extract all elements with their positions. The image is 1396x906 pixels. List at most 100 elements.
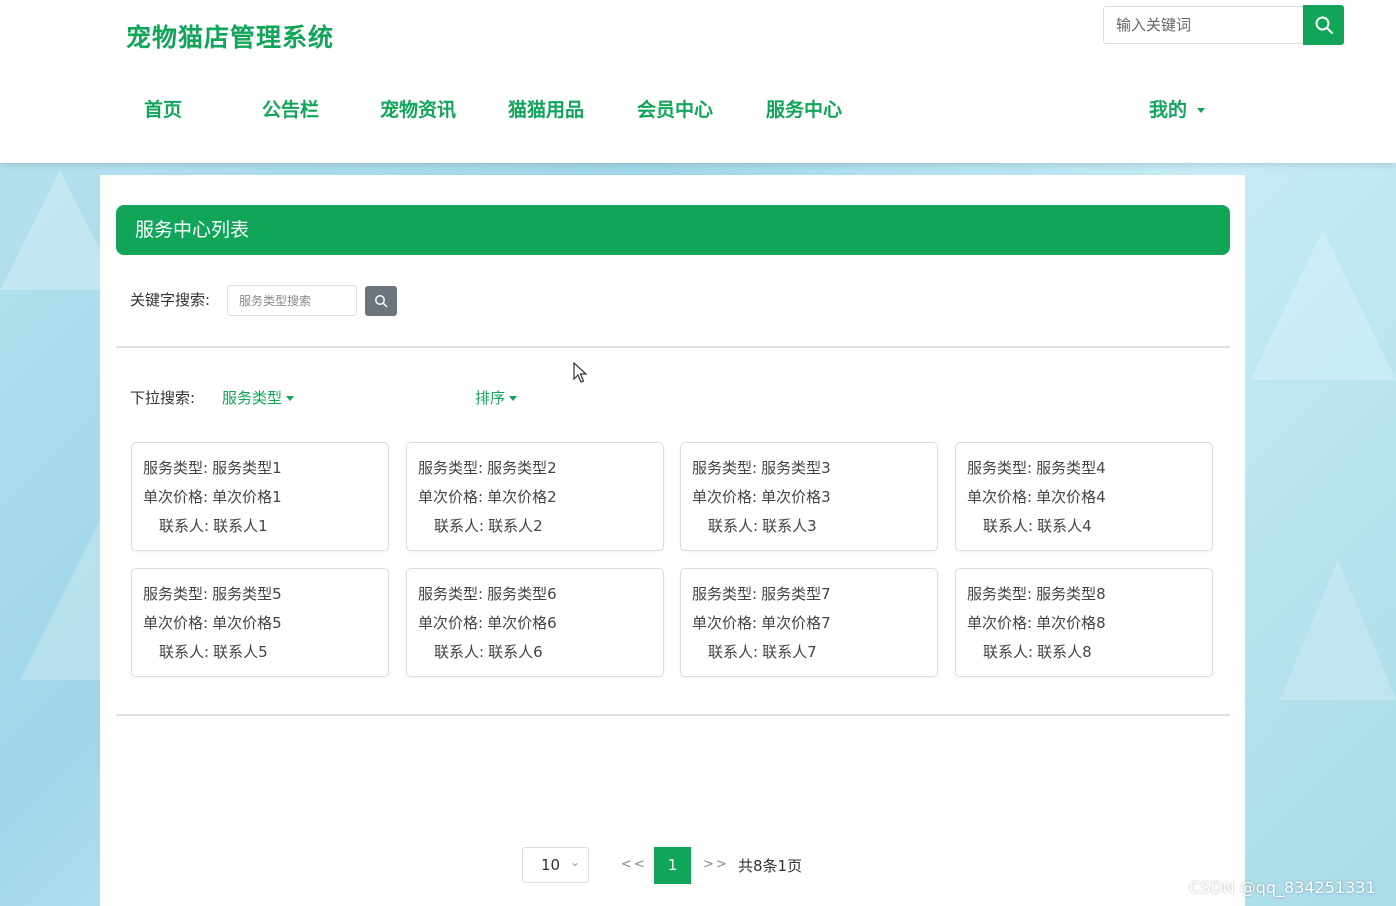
prev-page-button[interactable]: << bbox=[621, 857, 647, 872]
nav-cat-supplies[interactable]: 猫猫用品 bbox=[508, 95, 584, 122]
chevron-down-icon bbox=[286, 396, 295, 401]
sort-dropdown[interactable]: 排序 bbox=[475, 387, 518, 408]
contact-person-row: 联系人: 联系人5 bbox=[159, 641, 268, 662]
nav-user-menu[interactable]: 我的 bbox=[1149, 95, 1206, 122]
sort-dropdown-label: 排序 bbox=[475, 389, 506, 407]
page-size-select[interactable]: 10 ⌄ bbox=[522, 847, 589, 883]
service-type-row: 服务类型: 服务类型6 bbox=[418, 583, 557, 604]
service-card[interactable]: 服务类型: 服务类型4 单次价格: 单次价格4 联系人: 联系人4 bbox=[955, 442, 1213, 551]
unit-price-row: 单次价格: 单次价格3 bbox=[692, 486, 831, 507]
contact-person-row: 联系人: 联系人6 bbox=[434, 641, 543, 662]
unit-price-value: 单次价格8 bbox=[1036, 614, 1106, 632]
service-type-value: 服务类型8 bbox=[1036, 585, 1106, 603]
nav-notice-board[interactable]: 公告栏 bbox=[262, 95, 319, 122]
main-panel: 服务中心列表 关键字搜索: 下拉搜索: 服务类型 排序 服务类型:服务类型1单次… bbox=[100, 175, 1245, 906]
contact-person-row: 联系人: 联系人1 bbox=[159, 515, 268, 536]
contact-person-value: 联系人4 bbox=[1037, 517, 1092, 535]
contact-person-label: 联系人: bbox=[983, 517, 1034, 535]
service-type-row: 服务类型: 服务类型7 bbox=[692, 583, 831, 604]
mouse-cursor-icon bbox=[573, 362, 587, 383]
contact-person-value: 联系人8 bbox=[1037, 643, 1092, 661]
contact-person-label: 联系人: bbox=[434, 643, 485, 661]
contact-person-row: 联系人: 联系人4 bbox=[983, 515, 1092, 536]
header-search-input[interactable] bbox=[1103, 6, 1303, 44]
unit-price-value: 单次价格2 bbox=[487, 488, 557, 506]
background-shape bbox=[1280, 560, 1396, 700]
header-search bbox=[1103, 5, 1344, 46]
service-type-row: 服务类型: 服务类型2 bbox=[418, 457, 557, 478]
service-type-row: 服务类型: 服务类型4 bbox=[967, 457, 1106, 478]
page-size-value: 10 bbox=[541, 856, 561, 874]
service-type-value: 服务类型5 bbox=[212, 585, 282, 603]
divider bbox=[116, 346, 1230, 348]
contact-person-label: 联系人: bbox=[983, 643, 1034, 661]
chevron-down-icon bbox=[509, 396, 518, 401]
service-type-label: 服务类型: bbox=[418, 585, 484, 603]
unit-price-row: 单次价格: 单次价格6 bbox=[418, 612, 557, 633]
service-type-value: 服务类型1 bbox=[212, 459, 282, 477]
nav-service-center[interactable]: 服务中心 bbox=[766, 95, 842, 122]
unit-price-row: 单次价格: 单次价格1 bbox=[143, 486, 282, 507]
service-type-value: 服务类型3 bbox=[761, 459, 831, 477]
header-search-button[interactable] bbox=[1303, 5, 1344, 45]
background-shape bbox=[20, 520, 100, 680]
unit-price-row: 单次价格: 单次价格2 bbox=[418, 486, 557, 507]
contact-person-row: 联系人: 联系人7 bbox=[708, 641, 817, 662]
pagination-total: 共8条1页 bbox=[738, 857, 803, 875]
nav-home[interactable]: 首页 bbox=[144, 95, 182, 122]
service-card[interactable]: 服务类型: 服务类型6 单次价格: 单次价格6 联系人: 联系人6 bbox=[406, 568, 664, 677]
unit-price-label: 单次价格: bbox=[692, 488, 758, 506]
service-type-value: 服务类型2 bbox=[487, 459, 557, 477]
service-type-dropdown[interactable]: 服务类型 bbox=[222, 387, 295, 408]
contact-person-label: 联系人: bbox=[708, 643, 759, 661]
unit-price-value: 单次价格5 bbox=[212, 614, 282, 632]
contact-person-label: 联系人: bbox=[434, 517, 485, 535]
service-type-label: 服务类型: bbox=[692, 585, 758, 603]
unit-price-label: 单次价格: bbox=[967, 614, 1033, 632]
header: 宠物猫店管理系统 首页 公告栏 宠物资讯 猫猫用品 会员中心 服务中心 我的 bbox=[0, 0, 1396, 163]
keyword-search-button[interactable] bbox=[365, 286, 397, 316]
contact-person-value: 联系人6 bbox=[488, 643, 543, 661]
service-card[interactable]: 服务类型: 服务类型8 单次价格: 单次价格8 联系人: 联系人8 bbox=[955, 568, 1213, 677]
unit-price-value: 单次价格4 bbox=[1036, 488, 1106, 506]
unit-price-label: 单次价格: bbox=[418, 614, 484, 632]
search-icon bbox=[1315, 16, 1333, 34]
keyword-search-input[interactable] bbox=[227, 285, 357, 316]
contact-person-value: 联系人7 bbox=[762, 643, 817, 661]
service-type-row: 服务类型: 服务类型1 bbox=[143, 457, 282, 478]
service-card[interactable]: 服务类型: 服务类型5 单次价格: 单次价格5 联系人: 联系人5 bbox=[131, 568, 389, 677]
page-title: 服务中心列表 bbox=[116, 205, 1230, 255]
unit-price-label: 单次价格: bbox=[143, 488, 209, 506]
unit-price-row: 单次价格: 单次价格5 bbox=[143, 612, 282, 633]
contact-person-label: 联系人: bbox=[159, 643, 210, 661]
service-type-label: 服务类型: bbox=[967, 585, 1033, 603]
contact-person-value: 联系人5 bbox=[213, 643, 268, 661]
dropdown-search-label: 下拉搜索: bbox=[130, 389, 196, 407]
service-card[interactable]: 服务类型: 服务类型1 单次价格: 单次价格1 联系人: 联系人1 bbox=[131, 442, 389, 551]
service-type-value: 服务类型7 bbox=[761, 585, 831, 603]
service-type-label: 服务类型: bbox=[418, 459, 484, 477]
service-type-dropdown-label: 服务类型 bbox=[222, 389, 283, 407]
nav-member-center[interactable]: 会员中心 bbox=[637, 95, 713, 122]
unit-price-row: 单次价格: 单次价格7 bbox=[692, 612, 831, 633]
contact-person-value: 联系人3 bbox=[762, 517, 817, 535]
service-type-label: 服务类型: bbox=[967, 459, 1033, 477]
contact-person-label: 联系人: bbox=[708, 517, 759, 535]
contact-person-value: 联系人1 bbox=[213, 517, 268, 535]
service-type-value: 服务类型4 bbox=[1036, 459, 1106, 477]
unit-price-row: 单次价格: 单次价格4 bbox=[967, 486, 1106, 507]
unit-price-value: 单次价格7 bbox=[761, 614, 831, 632]
unit-price-value: 单次价格1 bbox=[212, 488, 282, 506]
current-page-button[interactable]: 1 bbox=[654, 847, 691, 884]
service-card[interactable]: 服务类型: 服务类型7 单次价格: 单次价格7 联系人: 联系人7 bbox=[680, 568, 938, 677]
unit-price-label: 单次价格: bbox=[692, 614, 758, 632]
next-page-button[interactable]: >> bbox=[703, 857, 729, 872]
service-card[interactable]: 服务类型: 服务类型3 单次价格: 单次价格3 联系人: 联系人3 bbox=[680, 442, 938, 551]
keyword-search-label: 关键字搜索: bbox=[130, 291, 211, 309]
contact-person-row: 联系人: 联系人8 bbox=[983, 641, 1092, 662]
service-card[interactable]: 服务类型: 服务类型2 单次价格: 单次价格2 联系人: 联系人2 bbox=[406, 442, 664, 551]
unit-price-label: 单次价格: bbox=[143, 614, 209, 632]
unit-price-label: 单次价格: bbox=[967, 488, 1033, 506]
nav-pet-news[interactable]: 宠物资讯 bbox=[380, 95, 456, 122]
chevron-down-icon: ⌄ bbox=[569, 855, 580, 869]
